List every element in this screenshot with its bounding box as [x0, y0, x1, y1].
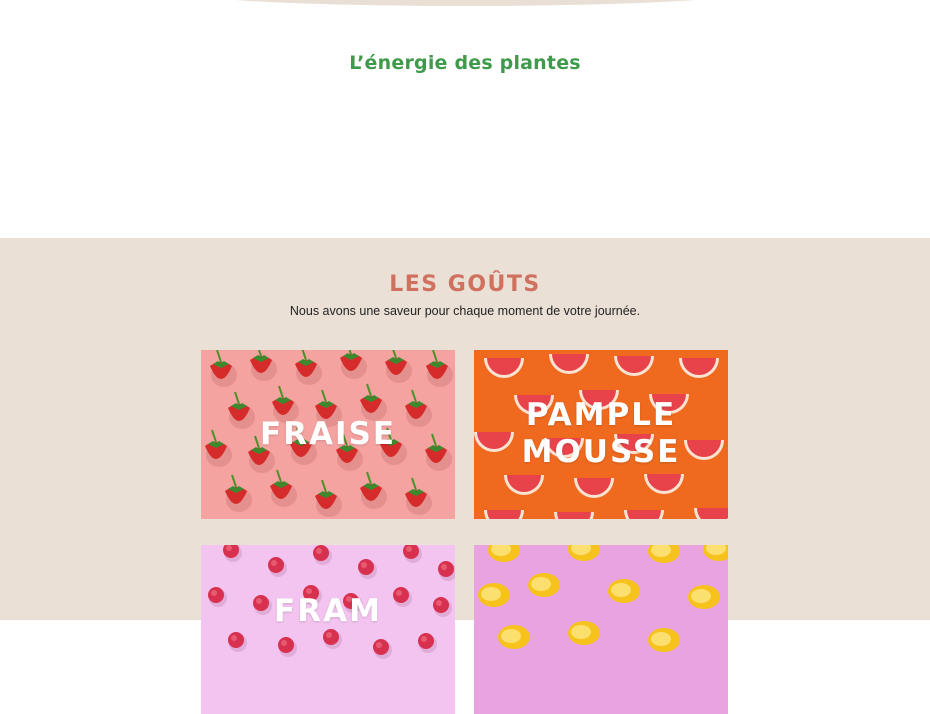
flavor-card-framboise[interactable]: FRAM	[201, 545, 455, 714]
flavor-card-label: FRAM	[274, 593, 382, 629]
section-subtitle: Nous avons une saveur pour chaque moment…	[289, 304, 641, 318]
flavor-card-citron[interactable]	[474, 545, 728, 714]
flavor-card-label-line2: MOUSSE	[521, 434, 681, 470]
hero-section: L’énergie des plantes	[0, 0, 930, 238]
flavor-card-fraise[interactable]: FRAISE	[201, 350, 455, 519]
flavor-card-label: FRAISE	[259, 416, 397, 452]
section-title: LES GOÛTS	[389, 272, 541, 297]
header-arc-decoration	[185, 0, 745, 6]
flavor-card-pamplemousse[interactable]: PAMPLE MOUSSE	[474, 350, 728, 519]
flavors-section: LES GOÛTS Nous avons une saveur pour cha…	[0, 238, 930, 714]
hero-tagline: L’énergie des plantes	[349, 52, 581, 74]
lemon-pattern-image	[474, 545, 728, 714]
flavor-card-label-line1: PAMPLE	[525, 397, 677, 433]
